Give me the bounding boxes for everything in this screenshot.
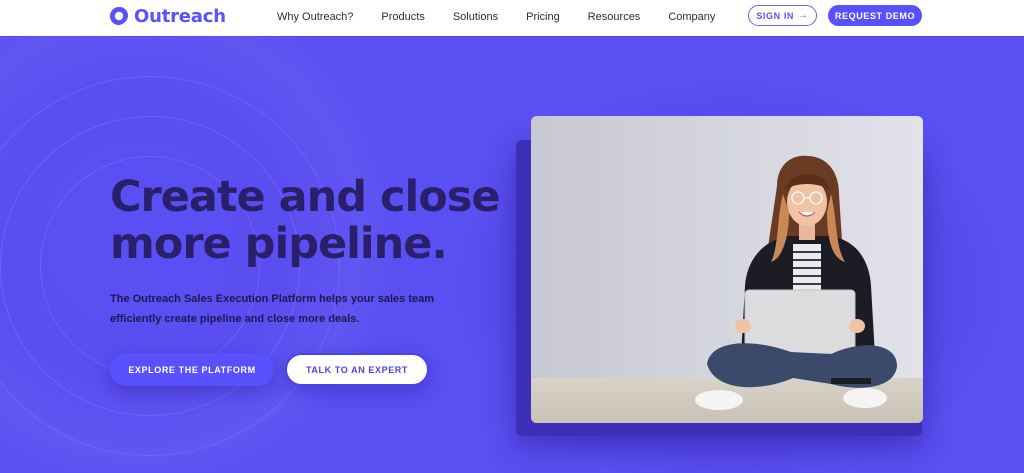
hero-section: Create and close more pipeline. The Outr… — [0, 36, 1024, 473]
sign-in-button[interactable]: SIGN IN → — [748, 5, 817, 26]
nav-why-outreach[interactable]: Why Outreach? — [277, 11, 353, 23]
sign-in-label: SIGN IN — [756, 10, 795, 21]
nav-solutions[interactable]: Solutions — [453, 11, 498, 23]
hero-photo — [531, 116, 923, 423]
hero-headline: Create and close more pipeline. — [110, 174, 510, 268]
request-demo-button[interactable]: REQUEST DEMO — [828, 5, 922, 26]
woman-with-laptop-illustration — [531, 116, 923, 423]
main-nav: Why Outreach? Products Solutions Pricing… — [277, 0, 743, 34]
nav-products[interactable]: Products — [381, 11, 424, 23]
hero-subtext: The Outreach Sales Execution Platform he… — [110, 293, 435, 325]
site-header: Outreach Why Outreach? Products Solution… — [0, 0, 1024, 36]
talk-to-expert-button[interactable]: TALK TO AN EXPERT — [285, 353, 429, 386]
nav-pricing[interactable]: Pricing — [526, 11, 560, 23]
outreach-logo[interactable]: Outreach — [109, 5, 226, 27]
explore-platform-button[interactable]: EXPLORE THE PLATFORM — [110, 353, 274, 386]
arrow-right-icon: → — [798, 10, 809, 21]
hero-headline-line2: more pipeline. — [110, 219, 448, 269]
nav-resources[interactable]: Resources — [588, 11, 641, 23]
nav-company[interactable]: Company — [668, 11, 715, 23]
hero-headline-line1: Create and close — [110, 172, 501, 222]
outreach-logo-icon — [110, 7, 128, 25]
logo-text: Outreach — [134, 5, 226, 27]
